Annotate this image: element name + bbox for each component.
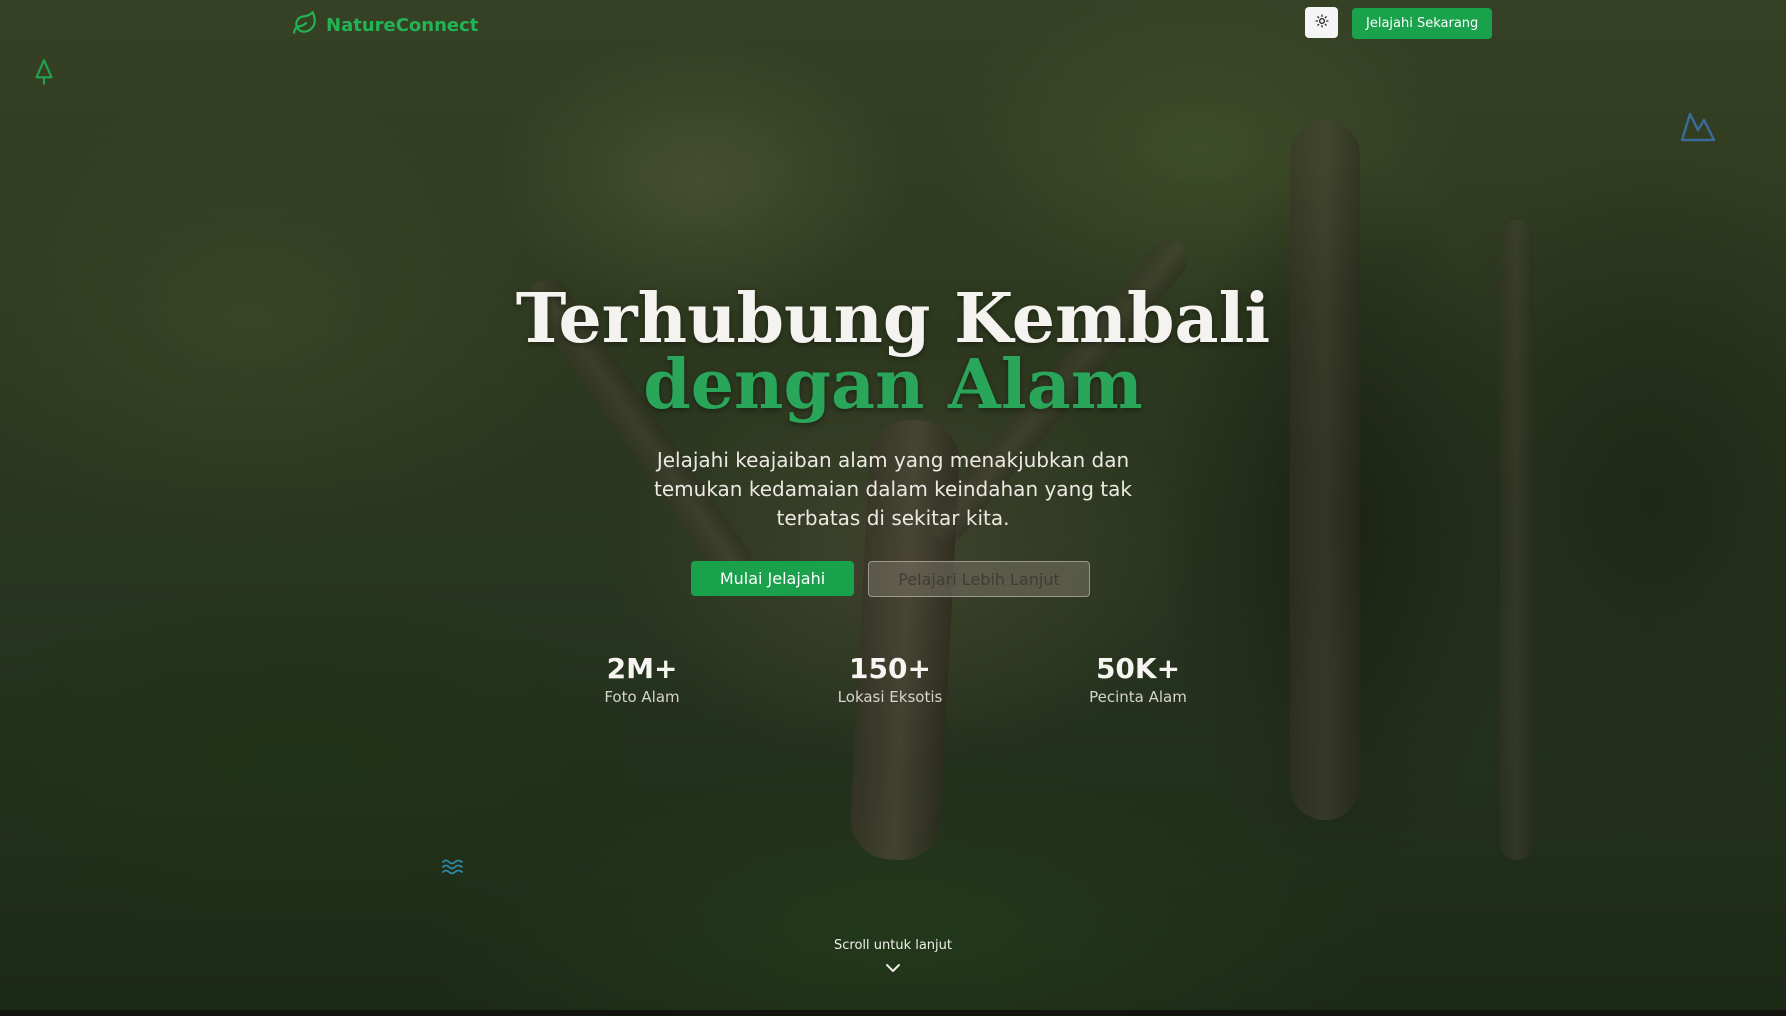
stat-label: Foto Alam — [604, 688, 680, 706]
chevron-down-icon — [0, 959, 1786, 978]
scroll-hint[interactable]: Scroll untuk lanjut — [0, 938, 1786, 978]
page-bottom-edge — [0, 1010, 1786, 1016]
sun-icon — [1315, 13, 1329, 32]
brand-name: NatureConnect — [326, 14, 479, 36]
brand-logo[interactable]: NatureConnect — [292, 10, 478, 40]
leaf-icon — [292, 10, 318, 40]
stat-label: Lokasi Eksotis — [837, 688, 943, 706]
hero-title-line1: Terhubung Kembali — [515, 279, 1271, 359]
hero-title: Terhubung Kembali dengan Alam — [0, 279, 1786, 425]
mountain-icon — [1680, 108, 1716, 146]
stat-locations: 150+ Lokasi Eksotis — [810, 652, 970, 706]
top-nav: NatureConnect Jelajahi Sekarang — [0, 0, 1786, 46]
learn-more-button[interactable]: Pelajari Lebih Lanjut — [868, 561, 1090, 597]
theme-toggle-button[interactable] — [1305, 7, 1338, 38]
start-exploring-button[interactable]: Mulai Jelajahi — [691, 561, 854, 596]
stat-label: Pecinta Alam — [1089, 688, 1187, 706]
stat-value: 2M+ — [606, 652, 678, 685]
hero-title-line2: dengan Alam — [643, 345, 1143, 425]
nav-cta-button[interactable]: Jelajahi Sekarang — [1352, 8, 1493, 39]
hero-subtitle: Jelajahi keajaiban alam yang menakjubkan… — [654, 448, 1132, 530]
stat-photos: 2M+ Foto Alam — [562, 652, 722, 706]
stat-value: 150+ — [849, 652, 931, 685]
tree-icon — [31, 58, 57, 92]
waves-icon — [442, 858, 464, 880]
stat-nature-lovers: 50K+ Pecinta Alam — [1058, 652, 1218, 706]
scroll-text: Scroll untuk lanjut — [833, 938, 952, 953]
stat-value: 50K+ — [1095, 652, 1181, 685]
